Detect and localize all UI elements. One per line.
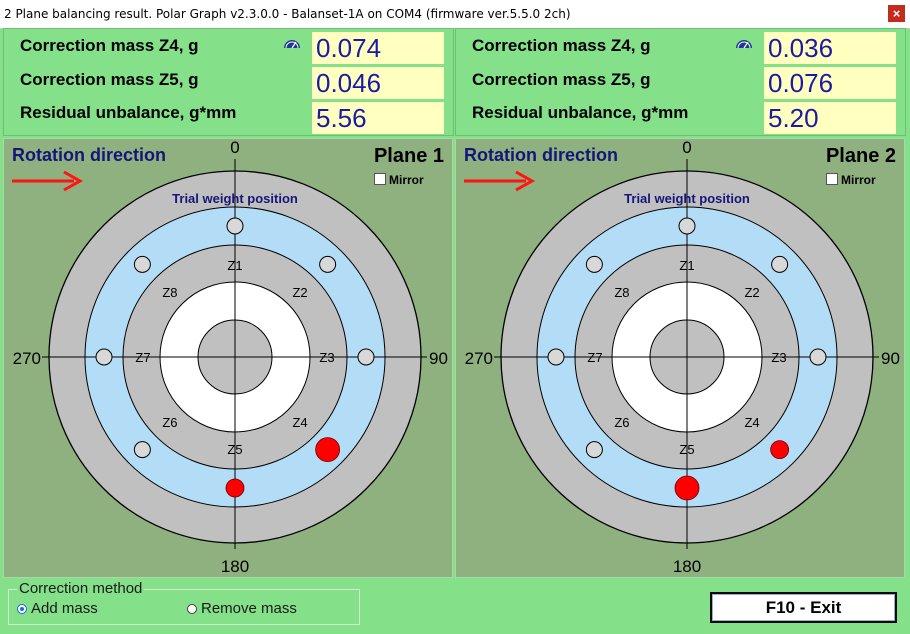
angle-label: 0	[682, 139, 691, 157]
correction-z5-label: Correction mass Z5, g	[472, 70, 651, 89]
correction-mass-z4	[315, 437, 341, 463]
plane-title: Plane 2	[825, 145, 896, 167]
trial-weight-position-label: Trial weight position	[172, 191, 298, 206]
zone-label-z1: Z1	[679, 258, 694, 273]
angle-label: 180	[221, 557, 249, 576]
zone-label-z3: Z3	[319, 350, 334, 365]
zone-marker-z2	[319, 255, 337, 273]
correction-mass-z5	[225, 478, 245, 498]
add-mass-radio[interactable]: Add mass	[17, 600, 98, 617]
residual-unbalance-label: Residual unbalance, g*mm	[472, 103, 689, 122]
residual-unbalance-value: 5.20	[764, 102, 896, 134]
radio-selected-icon[interactable]	[17, 604, 27, 614]
remove-mass-radio[interactable]: Remove mass	[187, 600, 297, 617]
zone-label-z5: Z5	[679, 442, 694, 457]
angle-label: 90	[881, 349, 900, 368]
mirror-label: Mirror	[389, 173, 424, 187]
plane-title: Plane 1	[373, 145, 444, 167]
zone-label-z2: Z2	[744, 285, 759, 300]
zone-label-z6: Z6	[614, 415, 629, 430]
zone-marker-z7	[547, 348, 565, 366]
radio-unselected-icon[interactable]	[187, 604, 197, 614]
trial-weight-position-label: Trial weight position	[624, 191, 750, 206]
correction-method-legend: Correction method	[17, 580, 145, 597]
correction-z5-label: Correction mass Z5, g	[20, 70, 199, 89]
zone-label-z7: Z7	[587, 350, 602, 365]
plane2-results-panel: Correction mass Z4, g 0.036 Correction m…	[455, 28, 906, 136]
zone-label-z7: Z7	[135, 350, 150, 365]
zone-marker-z7	[95, 348, 113, 366]
zone-marker-z8	[585, 255, 603, 273]
zone-marker-z6	[133, 441, 151, 459]
rotation-direction-label: Rotation direction	[464, 145, 618, 165]
mirror-checkbox[interactable]: Mirror	[374, 173, 424, 187]
zone-marker-z1	[226, 217, 244, 235]
zone-label-z5: Z5	[227, 442, 242, 457]
zone-marker-z8	[133, 255, 151, 273]
angle-label: 270	[465, 349, 493, 368]
zone-label-z8: Z8	[614, 285, 629, 300]
polar-graph-canvas: 0 90 180 270 Trial weight position Z1 Z2 Z3 Z4 Z5…	[12, 139, 448, 576]
angle-label: 90	[429, 349, 448, 368]
scale-icon[interactable]	[282, 37, 302, 51]
correction-z4-value: 0.036	[764, 32, 896, 64]
zone-label-z2: Z2	[292, 285, 307, 300]
correction-z5-value: 0.076	[764, 67, 896, 99]
zone-label-z4: Z4	[292, 415, 307, 430]
window-title: 2 Plane balancing result. Polar Graph v2…	[4, 7, 571, 21]
exit-button[interactable]: F10 - Exit	[710, 592, 897, 623]
plane1-polar-graph: 0 90 180 270 Trial weight position Z1 Z2 Z3 Z4 Z5…	[3, 138, 453, 578]
angle-label: 180	[673, 557, 701, 576]
polar-graph-canvas: 0 90 180 270 Trial weight position Z1 Z2 Z3 Z4 Z5…	[464, 139, 900, 576]
rotation-direction-label: Rotation direction	[12, 145, 166, 165]
zone-marker-z2	[771, 255, 789, 273]
zone-label-z3: Z3	[771, 350, 786, 365]
residual-unbalance-value: 5.56	[312, 102, 444, 134]
zone-marker-z1	[678, 217, 696, 235]
scale-icon[interactable]	[734, 37, 754, 51]
mirror-label: Mirror	[841, 173, 876, 187]
angle-label: 270	[13, 349, 41, 368]
plane1-results-panel: Correction mass Z4, g 0.074 Correction m…	[3, 28, 454, 136]
correction-mass-z4	[770, 440, 790, 460]
plane2-polar-graph: 0 90 180 270 Trial weight position Z1 Z2 Z3 Z4 Z5…	[455, 138, 905, 578]
correction-z4-label: Correction mass Z4, g	[472, 36, 651, 55]
title-bar: 2 Plane balancing result. Polar Graph v2…	[0, 0, 910, 29]
correction-z4-label: Correction mass Z4, g	[20, 36, 199, 55]
close-icon[interactable]: ×	[888, 5, 905, 22]
correction-z4-value: 0.074	[312, 32, 444, 64]
mirror-checkbox[interactable]: Mirror	[826, 173, 876, 187]
correction-method-group: Correction method Add mass Remove mass	[8, 580, 360, 625]
zone-label-z1: Z1	[227, 258, 242, 273]
residual-unbalance-label: Residual unbalance, g*mm	[20, 103, 237, 122]
zone-label-z8: Z8	[162, 285, 177, 300]
remove-mass-label: Remove mass	[201, 600, 297, 617]
mirror-checkbox-box[interactable]	[826, 173, 838, 185]
angle-label: 0	[230, 139, 239, 157]
zone-marker-z6	[585, 441, 603, 459]
zone-label-z4: Z4	[744, 415, 759, 430]
zone-marker-z3	[809, 348, 827, 366]
correction-mass-z5	[674, 475, 700, 501]
zone-label-z6: Z6	[162, 415, 177, 430]
zone-marker-z3	[357, 348, 375, 366]
add-mass-label: Add mass	[31, 600, 98, 617]
correction-z5-value: 0.046	[312, 67, 444, 99]
mirror-checkbox-box[interactable]	[374, 173, 386, 185]
